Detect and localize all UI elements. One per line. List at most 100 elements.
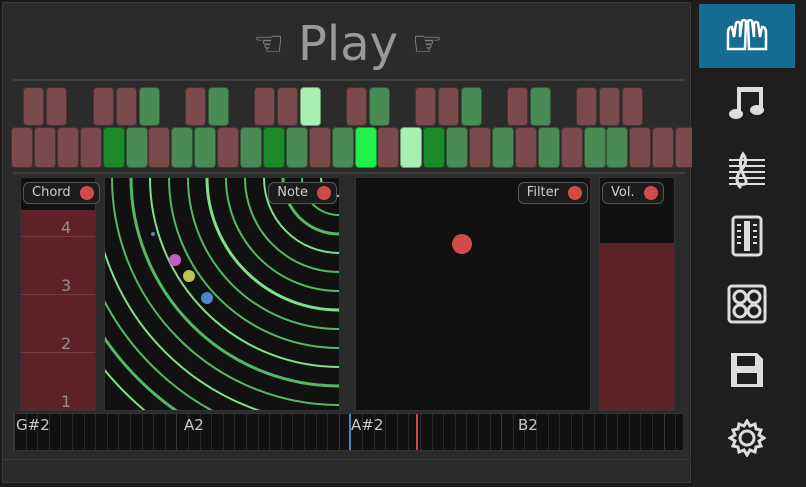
volume-label: Vol. (611, 185, 635, 200)
key-white[interactable] (171, 127, 194, 168)
note-tick (234, 414, 236, 450)
note-tick (385, 414, 387, 450)
volume-level-fill (600, 242, 674, 410)
key-black[interactable] (208, 87, 229, 126)
key-white[interactable] (56, 127, 79, 168)
key-white[interactable] (79, 127, 102, 168)
key-white[interactable] (446, 127, 469, 168)
key-black[interactable] (576, 87, 597, 126)
key-black[interactable] (116, 87, 137, 126)
key-white[interactable] (102, 127, 125, 168)
key-white[interactable] (583, 127, 606, 168)
key-black[interactable] (461, 87, 482, 126)
note-tick (153, 414, 155, 450)
key-white[interactable] (514, 127, 537, 168)
note-marker-magenta[interactable] (169, 254, 181, 266)
key-black[interactable] (254, 87, 275, 126)
key-white[interactable] (194, 127, 217, 168)
key-white[interactable] (491, 127, 514, 168)
note-arc (105, 300, 214, 410)
note-tick (675, 414, 677, 450)
chord-toggle[interactable]: Chord (23, 182, 100, 204)
key-white[interactable] (148, 127, 171, 168)
key-white[interactable] (125, 127, 148, 168)
key-black[interactable] (530, 87, 551, 126)
key-white[interactable] (285, 127, 308, 168)
key-white[interactable] (560, 127, 583, 168)
separator-top (13, 79, 685, 81)
note-tick (130, 414, 131, 450)
note-panel[interactable]: Note (104, 177, 340, 411)
status-bar-divider (3, 459, 690, 460)
hand-right-icon: ☞ (412, 24, 443, 64)
key-black[interactable] (346, 87, 367, 126)
key-white[interactable] (423, 127, 446, 168)
key-white[interactable] (354, 127, 377, 168)
filter-indicator-dot (568, 186, 582, 200)
key-black[interactable] (300, 87, 321, 126)
key-black[interactable] (277, 87, 298, 126)
sidebar-item-sequencer[interactable] (699, 204, 795, 268)
note-tick (512, 414, 514, 450)
filter-label: Filter (526, 185, 559, 200)
note-tick (315, 414, 317, 450)
note-tick (304, 414, 305, 450)
note-cursor-blue (349, 414, 351, 450)
note-tick (501, 414, 503, 450)
sidebar-item-settings[interactable] (699, 406, 795, 470)
key-black[interactable] (622, 87, 643, 126)
key-white[interactable] (262, 127, 285, 168)
note-marker-blue[interactable] (201, 292, 213, 304)
filter-panel[interactable]: Filter (355, 177, 591, 411)
key-black[interactable] (185, 87, 206, 126)
note-toggle[interactable]: Note (268, 182, 337, 204)
key-white[interactable] (217, 127, 240, 168)
key-black[interactable] (415, 87, 436, 126)
play-area: ☜ Play ☞ 4 3 2 1 Chord Note Filter Vol. … (2, 2, 698, 483)
filter-handle[interactable] (452, 234, 472, 254)
key-white[interactable] (377, 127, 400, 168)
note-tick (582, 414, 584, 450)
key-white[interactable] (308, 127, 331, 168)
note-tick (222, 414, 224, 450)
sidebar-item-music[interactable] (699, 70, 795, 134)
key-black[interactable] (23, 87, 44, 126)
chord-number-3: 3 (61, 276, 72, 295)
note-ruler[interactable]: G#2 A2 A#2 B2 (13, 413, 684, 451)
key-white[interactable] (629, 127, 652, 168)
key-white[interactable] (331, 127, 354, 168)
key-white[interactable] (652, 127, 675, 168)
key-black[interactable] (438, 87, 459, 126)
volume-panel[interactable]: Vol. (599, 177, 675, 411)
note-indicator-dot (317, 186, 331, 200)
key-white[interactable] (33, 127, 56, 168)
key-white[interactable] (240, 127, 262, 168)
save-icon (731, 353, 763, 387)
note-tick (95, 414, 97, 450)
key-black[interactable] (139, 87, 160, 126)
key-black[interactable] (369, 87, 390, 126)
key-black[interactable] (93, 87, 114, 126)
chord-panel[interactable]: 4 3 2 1 Chord (20, 177, 100, 411)
volume-toggle[interactable]: Vol. (602, 182, 664, 204)
sidebar-item-play[interactable] (699, 4, 795, 68)
key-white[interactable] (469, 127, 491, 168)
filter-toggle[interactable]: Filter (517, 182, 588, 204)
chord-gridline (21, 236, 95, 237)
key-white[interactable] (606, 127, 629, 168)
key-black[interactable] (507, 87, 528, 126)
note-tick (408, 414, 410, 450)
note-marker-yellow[interactable] (183, 270, 195, 282)
key-white[interactable] (400, 127, 423, 168)
key-black[interactable] (599, 87, 620, 126)
note-tick (176, 414, 178, 450)
key-black[interactable] (46, 87, 67, 126)
sidebar-item-score[interactable] (699, 138, 795, 202)
key-white[interactable] (537, 127, 560, 168)
sidebar-item-save[interactable] (699, 338, 795, 402)
sequencer-icon (731, 215, 763, 257)
sidebar-item-pads[interactable] (699, 272, 795, 336)
key-white[interactable] (11, 127, 33, 168)
note-tick (327, 414, 329, 450)
note-tick (106, 414, 108, 450)
